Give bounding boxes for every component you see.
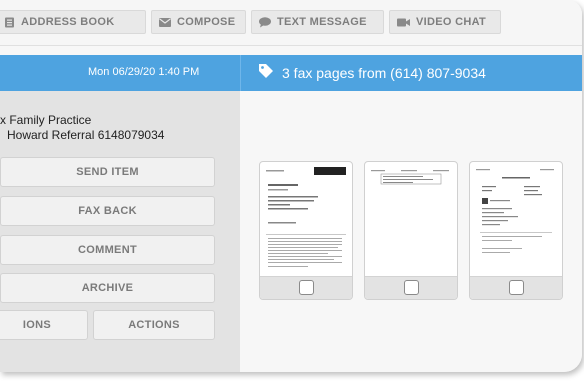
address-book-button[interactable]: ADDRESS BOOK bbox=[0, 10, 146, 34]
message-datetime: Mon 06/29/20 1:40 PM bbox=[88, 66, 200, 78]
fax-summary: 3 fax pages from (614) 807-9034 bbox=[258, 63, 486, 82]
envelope-icon bbox=[159, 17, 171, 27]
video-chat-button[interactable]: VIDEO CHAT bbox=[389, 10, 501, 34]
video-camera-icon bbox=[397, 18, 410, 27]
text-message-button[interactable]: TEXT MESSAGE bbox=[251, 10, 384, 34]
top-toolbar: ADDRESS BOOK COMPOSE TEXT MESSAGE VIDEO … bbox=[0, 0, 582, 46]
text-message-label: TEXT MESSAGE bbox=[277, 16, 367, 28]
compose-button[interactable]: COMPOSE bbox=[151, 10, 246, 34]
app-window: ADDRESS BOOK COMPOSE TEXT MESSAGE VIDEO … bbox=[0, 0, 582, 372]
video-chat-label: VIDEO CHAT bbox=[416, 16, 487, 28]
page-select-bar bbox=[470, 276, 562, 299]
page-checkbox[interactable] bbox=[299, 280, 314, 295]
fax-page-thumbnail[interactable] bbox=[469, 161, 563, 300]
fax-summary-text: 3 fax pages from (614) 807-9034 bbox=[282, 64, 486, 81]
sender-subject: Howard Referral 6148079034 bbox=[7, 128, 165, 142]
sender-name: x Family Practice bbox=[0, 113, 92, 127]
address-book-label: ADDRESS BOOK bbox=[21, 16, 115, 28]
chat-bubble-icon bbox=[259, 16, 271, 28]
action-panel: x Family Practice Howard Referral 614807… bbox=[0, 91, 240, 372]
compose-label: COMPOSE bbox=[177, 16, 236, 28]
address-book-icon bbox=[4, 17, 15, 28]
options-button[interactable]: IONS bbox=[0, 310, 88, 340]
page-checkbox[interactable] bbox=[404, 280, 419, 295]
fax-page-preview bbox=[476, 169, 554, 253]
header-divider bbox=[240, 55, 241, 91]
fax-pages-area bbox=[240, 91, 582, 372]
fax-back-button[interactable]: FAX BACK bbox=[0, 196, 215, 226]
fax-page-preview bbox=[371, 170, 449, 185]
message-header-bar: Mon 06/29/20 1:40 PM 3 fax pages from (6… bbox=[0, 55, 582, 91]
page-select-bar bbox=[260, 276, 352, 299]
fax-page-thumbnail[interactable] bbox=[259, 161, 353, 300]
page-select-bar bbox=[365, 276, 457, 299]
fax-page-preview bbox=[266, 167, 346, 267]
comment-button[interactable]: COMMENT bbox=[0, 235, 215, 265]
archive-button[interactable]: ARCHIVE bbox=[0, 273, 215, 303]
page-checkbox[interactable] bbox=[509, 280, 524, 295]
tag-icon bbox=[258, 63, 274, 82]
actions-button[interactable]: ACTIONS bbox=[93, 310, 215, 340]
send-item-button[interactable]: SEND ITEM bbox=[0, 157, 215, 187]
fax-page-thumbnail[interactable] bbox=[364, 161, 458, 300]
